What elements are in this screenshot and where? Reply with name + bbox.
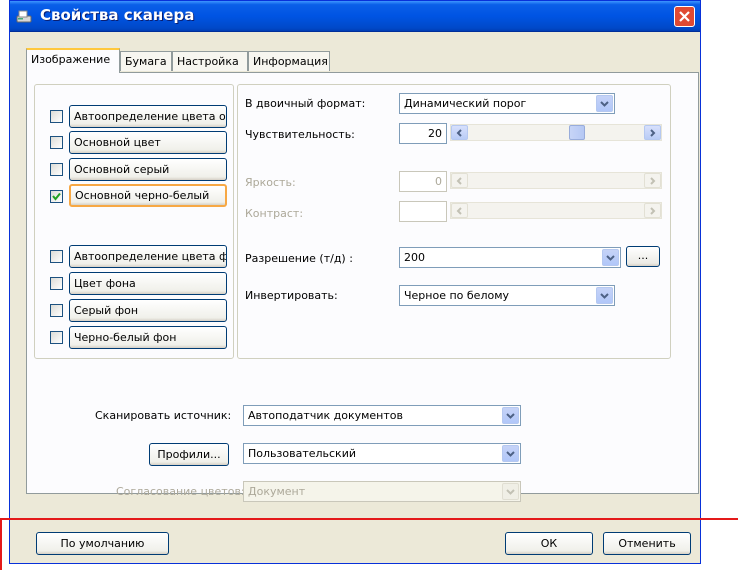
close-icon <box>679 11 690 22</box>
scan-source-value: Автоподатчик документов <box>248 409 403 422</box>
brightness-label: Яркость: <box>245 176 296 189</box>
chevron-down-icon[interactable] <box>602 249 619 266</box>
resolution-more-button[interactable]: ... <box>626 246 660 267</box>
invert-value: Черное по белому <box>404 289 510 302</box>
image-type-checkbox-7[interactable] <box>50 331 63 344</box>
resolution-label: Разрешение (т/д) : <box>245 252 353 265</box>
chevron-down-icon[interactable] <box>502 445 519 462</box>
binary-format-select[interactable]: Динамический порог <box>399 93 615 114</box>
highlight-frame-top <box>0 518 738 520</box>
image-type-button-7[interactable]: Черно-белый фон <box>69 326 227 349</box>
scan-source-select[interactable]: Автоподатчик документов <box>243 405 521 426</box>
scan-source-label: Сканировать источник: <box>95 409 232 422</box>
binary-format-value: Динамический порог <box>404 97 527 110</box>
default-button[interactable]: По умолчанию <box>36 532 169 555</box>
contrast-value <box>399 201 447 222</box>
highlight-frame-left <box>0 518 2 570</box>
chevron-down-icon[interactable] <box>596 95 613 112</box>
title-bar[interactable]: Свойства сканера <box>10 1 700 32</box>
image-type-checkbox-0[interactable] <box>50 110 63 123</box>
invert-label: Инвертировать: <box>245 289 338 302</box>
invert-select[interactable]: Черное по белому <box>399 285 615 306</box>
check-icon <box>52 192 61 201</box>
ok-button[interactable]: ОК <box>505 532 593 555</box>
image-type-button-0[interactable]: Автоопределение цвета осн <box>69 105 227 128</box>
resolution-value: 200 <box>404 251 425 264</box>
image-type-button-5[interactable]: Цвет фона <box>69 272 227 295</box>
image-type-checkbox-1[interactable] <box>50 136 63 149</box>
image-type-checkbox-6[interactable] <box>50 304 63 317</box>
sensitivity-label: Чувствительность: <box>245 128 355 141</box>
cancel-button[interactable]: Отменить <box>603 532 691 555</box>
scanner-icon <box>16 10 32 23</box>
tab-settings[interactable]: Настройка <box>172 51 248 71</box>
image-type-checkbox-5[interactable] <box>50 277 63 290</box>
image-type-checkbox-3[interactable] <box>50 190 63 203</box>
image-type-checkbox-2[interactable] <box>50 163 63 176</box>
scroll-right-icon <box>644 173 661 188</box>
sensitivity-value[interactable]: 20 <box>399 123 447 144</box>
resolution-select[interactable]: 200 <box>399 247 621 268</box>
color-matching-value: Документ <box>248 485 306 498</box>
color-matching-label: Согласование цветов: <box>116 485 245 498</box>
brightness-slider <box>450 172 662 189</box>
tab-image[interactable]: Изображение <box>26 48 120 73</box>
profile-select[interactable]: Пользовательский <box>243 443 521 464</box>
slider-thumb[interactable] <box>569 125 585 140</box>
profiles-button[interactable]: Профили... <box>149 443 229 466</box>
contrast-slider <box>450 202 662 219</box>
image-settings-group: В двоичный формат: Динамический порог Чу… <box>237 84 671 359</box>
scroll-left-icon <box>451 173 468 188</box>
sensitivity-slider[interactable] <box>450 124 662 141</box>
color-matching-select: Документ <box>243 481 521 502</box>
scroll-left-icon <box>451 203 468 218</box>
image-type-group: Автоопределение цвета осн Основной цвет … <box>34 84 234 359</box>
chevron-down-icon[interactable] <box>596 287 613 304</box>
tab-information[interactable]: Информация <box>248 51 330 71</box>
image-type-button-6[interactable]: Серый фон <box>69 299 227 322</box>
contrast-label: Контраст: <box>245 207 304 220</box>
profile-value: Пользовательский <box>248 447 356 460</box>
close-button[interactable] <box>674 6 695 27</box>
binary-format-label: В двоичный формат: <box>245 97 366 110</box>
scroll-left-icon[interactable] <box>451 125 468 140</box>
chevron-down-icon[interactable] <box>502 407 519 424</box>
window-title: Свойства сканера <box>40 6 195 24</box>
chevron-down-icon <box>502 483 519 500</box>
image-type-button-3[interactable]: Основной черно-белый <box>69 184 227 207</box>
tab-paper[interactable]: Бумага <box>120 51 172 71</box>
brightness-value: 0 <box>399 171 447 192</box>
image-type-checkbox-4[interactable] <box>50 250 63 263</box>
image-type-button-1[interactable]: Основной цвет <box>69 131 227 154</box>
scroll-right-icon[interactable] <box>644 125 661 140</box>
image-type-button-2[interactable]: Основной серый <box>69 158 227 181</box>
image-tab-panel: Автоопределение цвета осн Основной цвет … <box>26 72 699 502</box>
scroll-right-icon <box>644 203 661 218</box>
image-type-button-4[interactable]: Автоопределение цвета фон <box>69 245 227 268</box>
